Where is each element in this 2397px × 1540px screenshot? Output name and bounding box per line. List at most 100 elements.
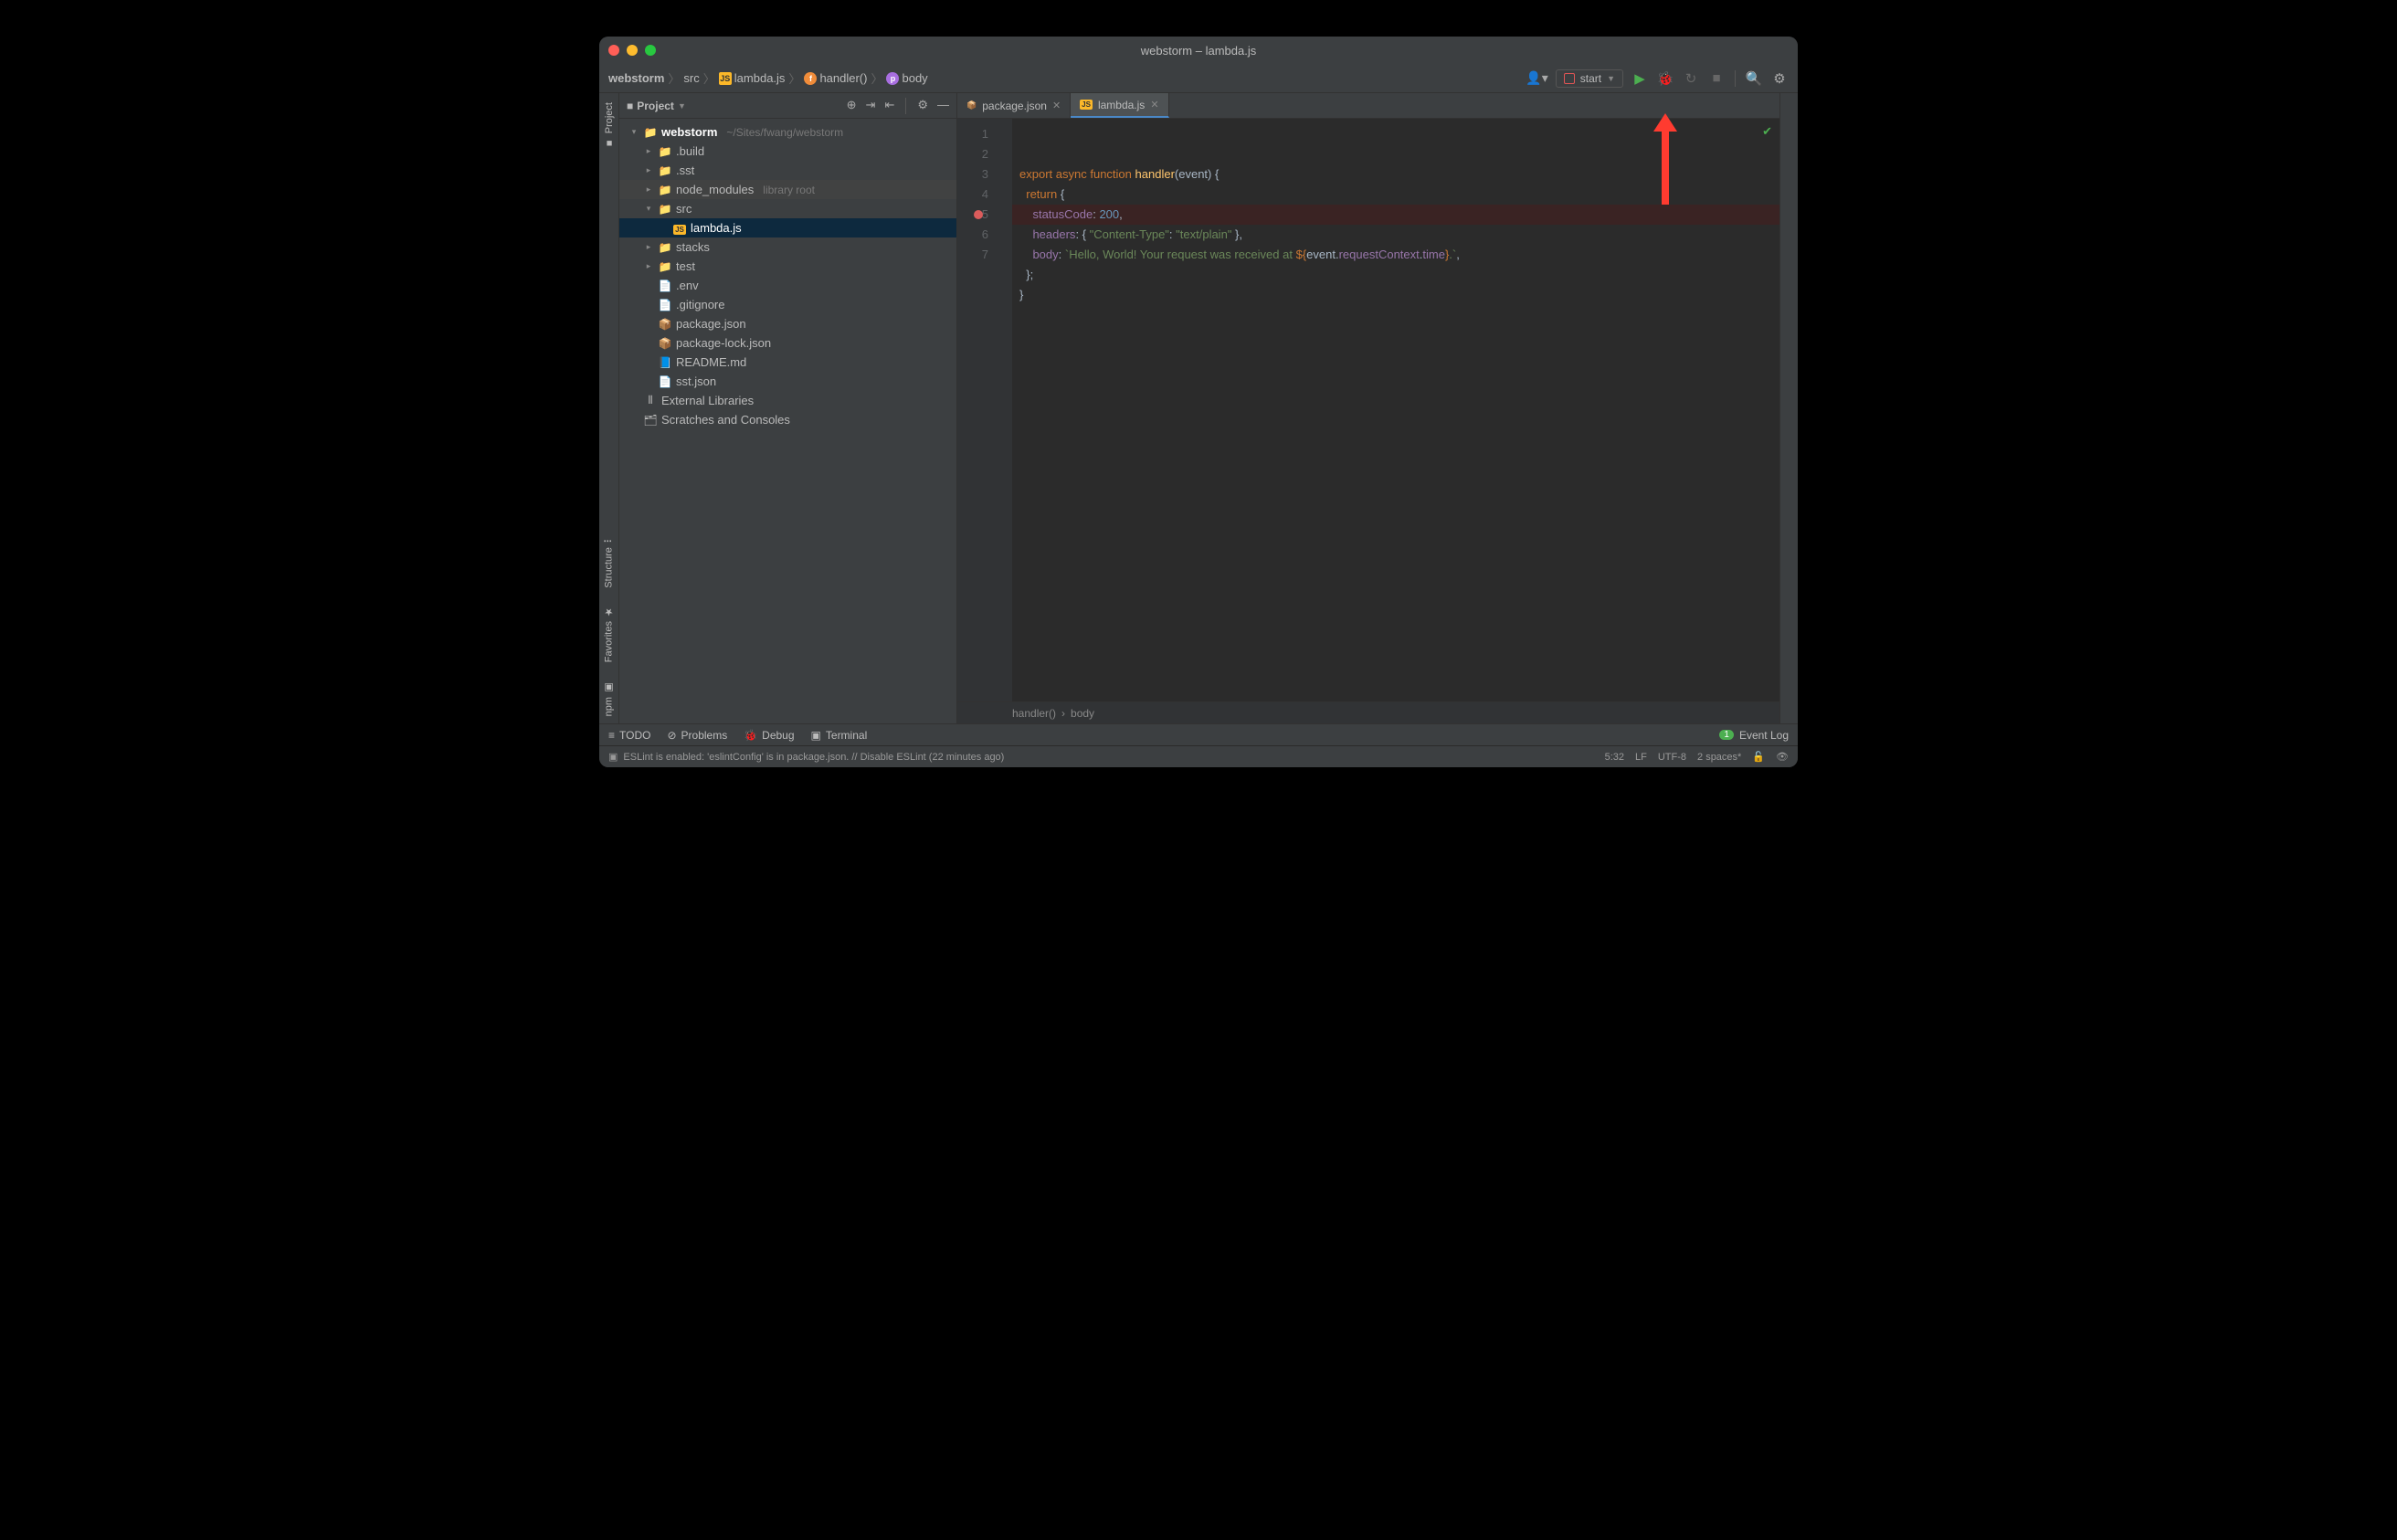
inspection-ok-icon[interactable]: ✔ bbox=[1762, 124, 1772, 139]
encoding[interactable]: UTF-8 bbox=[1658, 752, 1686, 763]
tree-item-label: webstorm bbox=[661, 125, 717, 139]
folder-icon: 📁 bbox=[658, 184, 672, 196]
maximize-window-button[interactable] bbox=[645, 45, 656, 56]
run-with-coverage-button[interactable]: ↻ bbox=[1682, 70, 1700, 87]
js-file-icon: JS bbox=[719, 72, 732, 85]
window-controls bbox=[608, 45, 656, 56]
npm-icon: 📦 bbox=[658, 337, 672, 350]
close-tab-icon[interactable]: ✕ bbox=[1052, 100, 1061, 111]
tree-item[interactable]: ⫴External Libraries bbox=[619, 391, 956, 410]
tree-item[interactable]: 📄.gitignore bbox=[619, 295, 956, 314]
run-button[interactable]: ▶ bbox=[1631, 70, 1649, 87]
tree-item[interactable]: 📄sst.json bbox=[619, 372, 956, 391]
run-config-icon bbox=[1564, 73, 1575, 84]
settings-button[interactable]: ⚙ bbox=[1770, 70, 1789, 87]
breadcrumb-item[interactable]: body bbox=[1071, 707, 1094, 720]
status-message[interactable]: ▣ ESLint is enabled: 'eslintConfig' is i… bbox=[608, 751, 1004, 763]
collapse-all-icon[interactable]: ⇤ bbox=[884, 98, 894, 114]
breadcrumb-item[interactable]: pbody bbox=[886, 71, 927, 85]
left-tool-rail: ■ Project Structure ⠇ Favorites ★ npm ▣ bbox=[599, 93, 619, 723]
tree-item[interactable]: JSlambda.js bbox=[619, 218, 956, 237]
tree-item[interactable]: 📄.env bbox=[619, 276, 956, 295]
window-title: webstorm – lambda.js bbox=[1141, 44, 1256, 58]
breakpoint-icon[interactable] bbox=[974, 210, 983, 219]
tree-item[interactable]: 🗂Scratches and Consoles bbox=[619, 410, 956, 429]
breadcrumb-item[interactable]: handler() bbox=[1012, 707, 1056, 720]
account-icon[interactable]: 👤▾ bbox=[1526, 70, 1547, 86]
tree-item-label: node_modules bbox=[676, 183, 754, 196]
close-tab-icon[interactable]: ✕ bbox=[1150, 99, 1158, 111]
close-window-button[interactable] bbox=[608, 45, 619, 56]
folder-icon: 📁 bbox=[658, 164, 672, 177]
tree-item-label: README.md bbox=[676, 355, 746, 369]
folder-icon: 📁 bbox=[658, 241, 672, 254]
breadcrumb-separator: 〉 bbox=[668, 69, 680, 87]
breadcrumb-separator: 〉 bbox=[703, 69, 715, 87]
tree-item[interactable]: ▾📁src bbox=[619, 199, 956, 218]
lock-icon[interactable]: 🔓 bbox=[1752, 751, 1765, 763]
tree-item-label: sst.json bbox=[676, 374, 716, 388]
navigation-bar: webstorm 〉 src 〉 JSlambda.js 〉 fhandler(… bbox=[599, 64, 1798, 93]
tree-item[interactable]: ▸📁.sst bbox=[619, 161, 956, 180]
sidebar-title[interactable]: ■ Project ▼ bbox=[627, 100, 686, 112]
breadcrumb-item[interactable]: src bbox=[683, 71, 699, 85]
toolbar-right: 👤▾ start ▼ ▶ 🐞 ↻ ■ 🔍 ⚙ bbox=[1526, 69, 1789, 88]
project-tree[interactable]: ▾📁webstorm~/Sites/fwang/webstorm▸📁.build… bbox=[619, 119, 956, 723]
search-everywhere-button[interactable]: 🔍 bbox=[1745, 70, 1763, 87]
sidebar-tools: ⊕ ⇥ ⇤ ⚙ — bbox=[847, 98, 949, 114]
project-tool-button[interactable]: ■ Project bbox=[604, 102, 615, 148]
minimize-window-button[interactable] bbox=[627, 45, 638, 56]
settings-icon[interactable]: ⚙ bbox=[917, 98, 928, 114]
notifications-icon[interactable]: 👁 bbox=[1776, 751, 1789, 763]
tree-item[interactable]: ▸📁.build bbox=[619, 142, 956, 161]
breadcrumb-separator: › bbox=[1061, 707, 1065, 720]
breadcrumb: webstorm 〉 src 〉 JSlambda.js 〉 fhandler(… bbox=[608, 69, 928, 87]
tree-item[interactable]: ▸📁test bbox=[619, 257, 956, 276]
debug-button[interactable]: 🐞 bbox=[1656, 70, 1674, 87]
tree-item-tag: library root bbox=[763, 184, 815, 196]
breadcrumb-item[interactable]: fhandler() bbox=[804, 71, 867, 85]
tree-item[interactable]: 📦package.json bbox=[619, 314, 956, 333]
hide-panel-icon[interactable]: — bbox=[937, 98, 949, 114]
project-sidebar: ■ Project ▼ ⊕ ⇥ ⇤ ⚙ — ▾📁webstorm~/Sites/… bbox=[619, 93, 957, 723]
tab-package-json[interactable]: 📦 package.json ✕ bbox=[957, 93, 1071, 118]
code-editor[interactable]: 1234567 export async function handler(ev… bbox=[957, 119, 1779, 701]
tree-item[interactable]: ▸📁stacks bbox=[619, 237, 956, 257]
indent-setting[interactable]: 2 spaces* bbox=[1697, 752, 1741, 763]
cursor-position[interactable]: 5:32 bbox=[1605, 752, 1624, 763]
tree-item[interactable]: ▸📁node_moduleslibrary root bbox=[619, 180, 956, 199]
tab-label: package.json bbox=[982, 100, 1047, 112]
run-configuration-selector[interactable]: start ▼ bbox=[1556, 69, 1623, 88]
debug-tool-button[interactable]: 🐞 Debug bbox=[744, 729, 794, 742]
npm-icon: 📦 bbox=[966, 100, 977, 111]
separator bbox=[905, 98, 906, 114]
line-ending[interactable]: LF bbox=[1635, 752, 1647, 763]
structure-tool-button[interactable]: Structure ⠇ bbox=[603, 536, 615, 588]
breadcrumb-item[interactable]: webstorm bbox=[608, 71, 664, 85]
bottom-tool-bar: ≡ TODO ⊘ Problems 🐞 Debug ▣ Terminal 1 E… bbox=[599, 723, 1798, 745]
event-log-button[interactable]: Event Log bbox=[1739, 729, 1789, 742]
js-file-icon: JS bbox=[1080, 100, 1093, 110]
favorites-tool-button[interactable]: Favorites ★ bbox=[603, 606, 615, 662]
npm-tool-button[interactable]: npm ▣ bbox=[603, 681, 615, 716]
expand-all-icon[interactable]: ⇥ bbox=[866, 98, 876, 114]
tree-item[interactable]: ▾📁webstorm~/Sites/fwang/webstorm bbox=[619, 122, 956, 142]
npm-icon: 📦 bbox=[658, 318, 672, 331]
breadcrumb-item[interactable]: JSlambda.js bbox=[719, 71, 786, 85]
chevron-icon: ▸ bbox=[643, 165, 654, 175]
code-content[interactable]: export async function handler(event) { r… bbox=[1012, 119, 1779, 701]
stop-button[interactable]: ■ bbox=[1707, 70, 1726, 86]
terminal-tool-button[interactable]: ▣ Terminal bbox=[811, 729, 868, 742]
breadcrumb-label: src bbox=[683, 71, 699, 85]
md-icon: 📘 bbox=[658, 356, 672, 369]
problems-tool-button[interactable]: ⊘ Problems bbox=[667, 729, 727, 742]
breadcrumb-separator: 〉 bbox=[871, 69, 882, 87]
select-opened-file-icon[interactable]: ⊕ bbox=[847, 98, 857, 114]
tab-lambda-js[interactable]: JS lambda.js ✕ bbox=[1071, 93, 1168, 118]
gutter[interactable]: 1234567 bbox=[957, 119, 1012, 701]
tree-item-label: .gitignore bbox=[676, 298, 724, 311]
folder-icon: 📁 bbox=[658, 145, 672, 158]
tree-item[interactable]: 📘 README.md bbox=[619, 353, 956, 372]
tree-item[interactable]: 📦package-lock.json bbox=[619, 333, 956, 353]
todo-tool-button[interactable]: ≡ TODO bbox=[608, 729, 650, 742]
